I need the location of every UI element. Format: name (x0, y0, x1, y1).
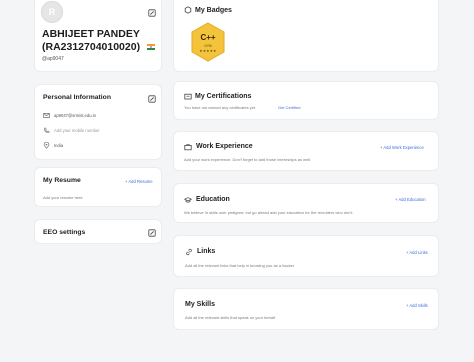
mail-icon (43, 112, 51, 120)
profile-name: ABHIJEET PANDEY (42, 28, 140, 40)
certificate-icon (184, 93, 192, 101)
skills-title: My Skills (185, 301, 215, 308)
work-experience-desc: Add your work experience. Don't forget t… (184, 157, 312, 162)
briefcase-icon (184, 143, 192, 151)
resume-desc: Add your resume here (43, 195, 83, 200)
profile-card: R ABHIJEET PANDEY (RA2312704010020) @ap9… (34, 0, 162, 72)
personal-info-card: Personal Information ap9047@srmist.edu.i… (34, 84, 162, 160)
links-card: Links + Add Links Add all the relevant l… (173, 235, 439, 277)
country-value: India (54, 143, 64, 148)
profile-reg-number: (RA2312704010020) (42, 41, 141, 53)
work-experience-card: Work Experience + Add Work Experience Ad… (173, 131, 439, 171)
personal-info-title: Personal Information (43, 94, 111, 101)
links-title: Links (197, 248, 216, 255)
add-links-button[interactable]: + Add Links (406, 250, 428, 255)
get-certified-link[interactable]: Get Certified (278, 105, 300, 110)
india-flag-icon (147, 37, 155, 50)
badge-label: C++ (200, 33, 216, 42)
cpp-badge[interactable]: C++ GYM ★★★★★ (190, 22, 226, 62)
phone-icon (43, 127, 51, 135)
mobile-placeholder[interactable]: Add your mobile number (54, 128, 100, 133)
badges-title: My Badges (195, 7, 232, 14)
education-desc: We believe in skills over pedigree; but … (184, 210, 354, 215)
work-experience-title: Work Experience (196, 143, 253, 150)
certifications-card: My Certifications You have not earned an… (173, 81, 439, 120)
resume-card: My Resume + Add Resume Add your resume h… (34, 167, 162, 207)
add-skills-button[interactable]: + Add Skills (406, 303, 428, 308)
skills-card: My Skills + Add Skills Add all the relev… (173, 288, 439, 330)
badge-stars: ★★★★★ (199, 49, 217, 53)
certifications-desc: You have not earned any certificates yet… (184, 105, 257, 110)
badge-icon (184, 6, 192, 14)
links-desc: Add all the relevant links that help in … (185, 263, 295, 268)
avatar[interactable]: R (41, 1, 63, 23)
eeo-card: EEO settings (34, 219, 162, 244)
graduation-cap-icon (184, 196, 192, 204)
location-icon (43, 142, 51, 150)
edit-personal-info-icon[interactable] (148, 95, 156, 103)
link-icon (185, 248, 193, 256)
edit-eeo-icon[interactable] (148, 229, 156, 237)
edit-profile-icon[interactable] (148, 9, 156, 17)
education-card: Education + Add Education We believe in … (173, 183, 439, 223)
add-work-experience-button[interactable]: + Add Work Experience (380, 145, 424, 150)
email-value: ap9047@srmist.edu.in (54, 113, 96, 118)
certifications-title: My Certifications (195, 93, 252, 100)
profile-username: @ap9047 (42, 56, 64, 62)
resume-title: My Resume (43, 177, 81, 184)
eeo-title: EEO settings (43, 229, 86, 236)
add-education-button[interactable]: + Add Education (395, 197, 426, 202)
badge-sub: GYM (204, 44, 212, 48)
skills-desc: Add all the relevant skills that speak o… (185, 315, 276, 320)
badges-card: My Badges C++ GYM ★★★★★ (173, 0, 439, 72)
education-title: Education (196, 196, 230, 203)
add-resume-button[interactable]: + Add Resume (125, 179, 153, 184)
avatar-letter: R (48, 7, 56, 17)
